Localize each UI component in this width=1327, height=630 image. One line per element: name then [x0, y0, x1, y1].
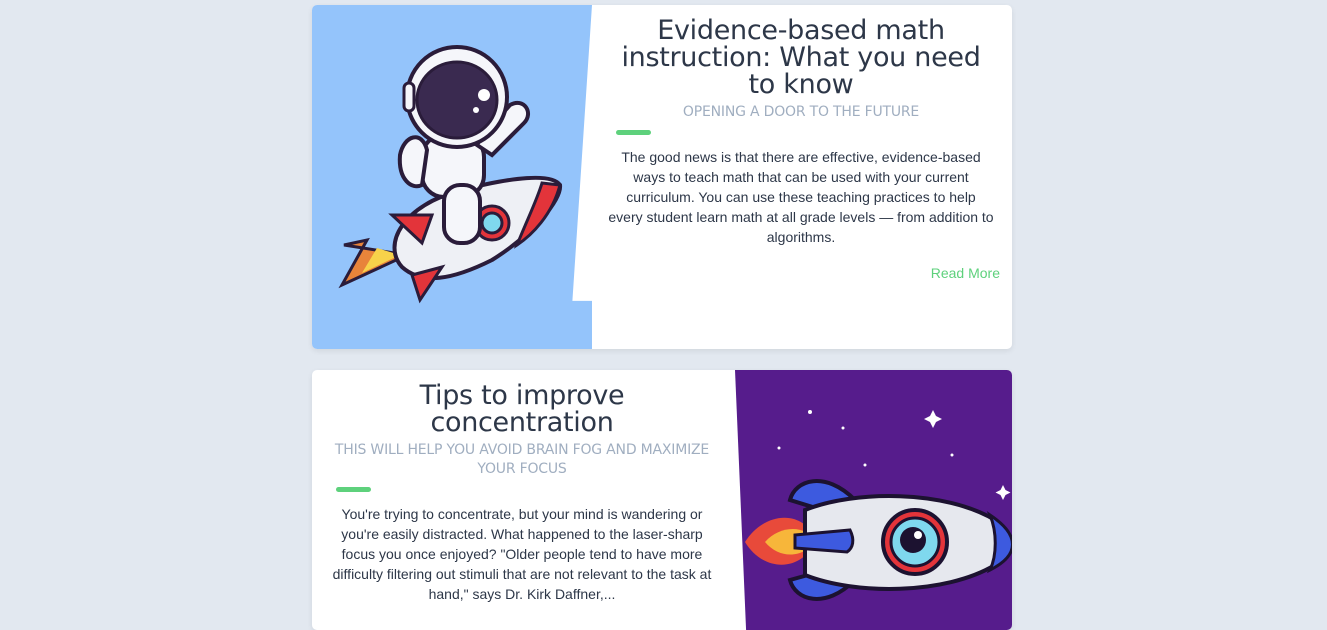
astronaut-rocket-image	[312, 5, 592, 349]
article-excerpt: You're trying to concentrate, but your m…	[332, 506, 712, 602]
article-title: Evidence-based math instruction: What yo…	[621, 15, 981, 100]
accent-divider	[336, 487, 371, 492]
article-content: Evidence-based math instruction: What yo…	[608, 15, 1000, 281]
accent-divider	[616, 130, 651, 135]
article-subtitle: THIS WILL HELP YOU AVOID BRAIN FOG AND M…	[334, 442, 710, 477]
article-card: Tips to improve concentration THIS WILL …	[312, 370, 1012, 630]
article-card: Evidence-based math instruction: What yo…	[312, 5, 1012, 349]
rocket-space-image	[735, 370, 1012, 630]
article-title: Tips to improve concentration	[419, 380, 625, 438]
article-excerpt: The good news is that there are effectiv…	[608, 149, 994, 245]
article-subtitle: OPENING A DOOR TO THE FUTURE	[682, 104, 920, 120]
read-more-link[interactable]: Read More	[608, 265, 1000, 281]
article-content: Tips to improve concentration THIS WILL …	[332, 382, 712, 618]
